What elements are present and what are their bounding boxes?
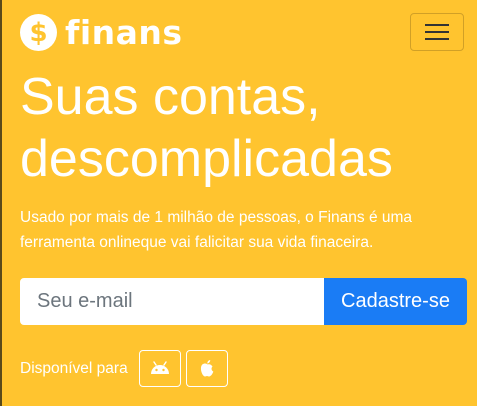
available-platforms: Disponível para	[20, 350, 228, 387]
dollar-coin-icon: $	[20, 14, 57, 51]
hero-title: Suas contas, descomplicadas	[20, 68, 393, 188]
apple-icon	[200, 360, 214, 377]
hamburger-menu-icon	[425, 24, 449, 40]
available-label: Disponível para	[20, 359, 128, 377]
android-app-button[interactable]	[138, 350, 181, 387]
signup-button[interactable]: Cadastre-se	[324, 278, 467, 325]
brand-name: finans	[65, 13, 183, 52]
email-input[interactable]	[20, 278, 324, 325]
navbar: $ finans	[2, 0, 477, 66]
navbar-toggle-button[interactable]	[410, 13, 464, 51]
apple-app-button[interactable]	[185, 350, 228, 387]
signup-form: Cadastre-se	[20, 278, 467, 325]
hero-subtitle: Usado por mais de 1 milhão de pessoas, o…	[20, 209, 413, 251]
brand-logo[interactable]: $ finans	[20, 14, 183, 51]
android-icon	[150, 360, 169, 374]
